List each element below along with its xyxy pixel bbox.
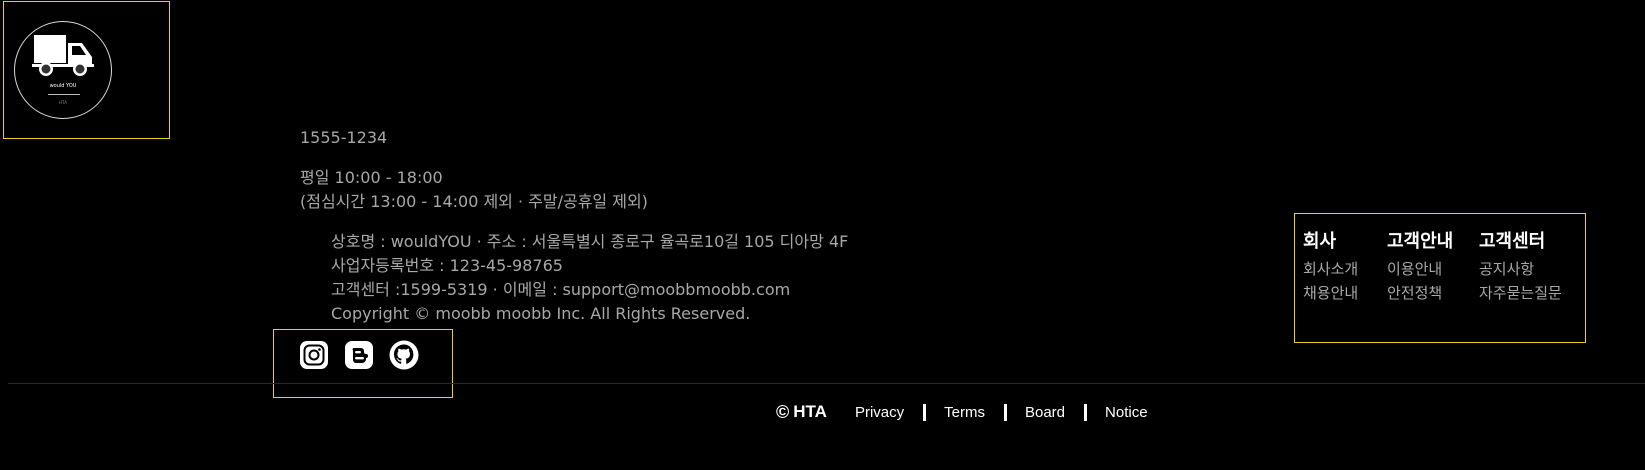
privacy-link[interactable]: Privacy (855, 404, 904, 421)
blogger-icon[interactable] (344, 340, 374, 370)
company-name-address: 상호명 : wouldYOU · 주소 : 서울특별시 종로구 율곡로10길 1… (331, 232, 849, 251)
link-usage-guide[interactable]: 이용안내 (1387, 257, 1453, 281)
link-faq[interactable]: 자주묻는질문 (1479, 281, 1562, 305)
separator (1003, 403, 1007, 421)
copyright-symbol: © (776, 401, 790, 422)
link-notice[interactable]: 공지사항 (1479, 257, 1562, 281)
logo-divider (48, 94, 80, 95)
column-title: 회사 (1303, 231, 1337, 252)
truck-icon (32, 35, 94, 76)
contact-info: 1555-1234 평일 10:00 - 18:00 (점심시간 13:00 -… (300, 126, 648, 214)
column-title: 고객안내 (1387, 231, 1454, 252)
separator (923, 403, 927, 421)
column-title: 고객센터 (1479, 231, 1546, 252)
contact-hours: 평일 10:00 - 18:00 (300, 168, 443, 187)
link-company-intro[interactable]: 회사소개 (1303, 257, 1358, 281)
link-recruit[interactable]: 채용안내 (1303, 281, 1358, 305)
contact-phone: 1555-1234 (300, 128, 388, 147)
footer-divider (8, 383, 1645, 384)
brand-name: HTA (793, 402, 827, 421)
logo-box[interactable]: would YOU HTA (3, 1, 170, 139)
link-safety-policy[interactable]: 안전정책 (1387, 281, 1453, 305)
terms-link[interactable]: Terms (944, 404, 985, 421)
bottom-bar: © HTA Privacy Terms Board Notice (776, 400, 1148, 424)
company-support: 고객센터 :1599-5319 · 이메일 : support@moobbmoo… (331, 280, 791, 299)
board-link[interactable]: Board (1025, 404, 1065, 421)
company-registration: 사업자등록번호 : 123-45-98765 (331, 256, 563, 275)
link-column-guide: 고객안내 이용안내 안전정책 (1387, 231, 1453, 305)
company-info: 상호명 : wouldYOU · 주소 : 서울특별시 종로구 율곡로10길 1… (331, 230, 848, 326)
company-copyright: Copyright © moobb moobb Inc. All Rights … (331, 304, 751, 323)
separator (1084, 403, 1088, 421)
logo-emblem: would YOU HTA (14, 21, 112, 119)
github-icon[interactable] (389, 340, 419, 370)
brand: © HTA (776, 402, 827, 423)
social-links (273, 329, 453, 398)
logo-subtext: HTA (59, 100, 67, 105)
contact-hours-note: (점심시간 13:00 - 14:00 제외 · 주말/공휴일 제외) (300, 192, 648, 211)
instagram-icon[interactable] (299, 340, 329, 370)
link-column-support: 고객센터 공지사항 자주묻는질문 (1479, 231, 1562, 305)
link-column-company: 회사 회사소개 채용안내 (1303, 231, 1358, 305)
footer-links: 회사 회사소개 채용안내 고객안내 이용안내 안전정책 고객센터 공지사항 자주… (1294, 213, 1586, 343)
notice-link[interactable]: Notice (1105, 404, 1148, 421)
logo-text: would YOU (49, 83, 77, 89)
